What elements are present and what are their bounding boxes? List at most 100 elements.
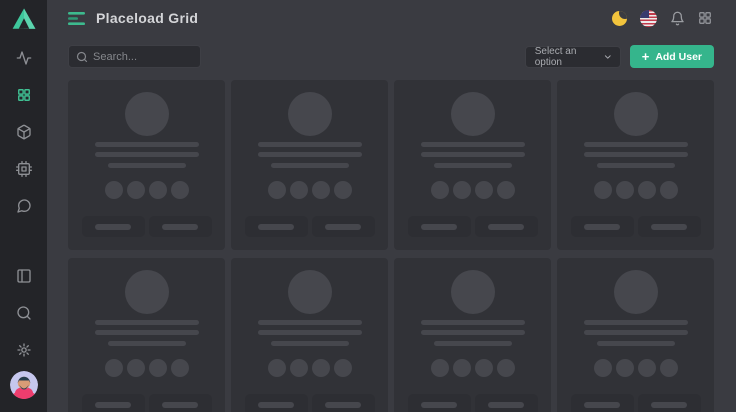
placeholder-card [394,258,551,412]
sidebar-item-search[interactable] [0,294,47,331]
app-root: Placeload Grid [0,0,736,412]
sidebar-item-grid-active[interactable] [0,76,47,113]
dot-placeholder [431,359,449,377]
button-placeholder [408,216,471,237]
avatar-placeholder [125,270,169,314]
us-flag-icon [640,10,657,27]
text-line-placeholder [421,330,525,335]
buttons-placeholder-row [82,216,212,237]
search-input[interactable] [93,51,193,63]
text-line-placeholder [584,142,688,147]
button-placeholder [312,394,375,412]
sidebar-item-settings[interactable] [0,331,47,368]
user-avatar-image [10,371,38,399]
dot-placeholder [312,181,330,199]
button-placeholder [408,394,471,412]
placeholder-card [394,80,551,250]
page-title: Placeload Grid [96,10,198,26]
dark-mode-toggle[interactable] [612,11,627,26]
button-placeholder [312,216,375,237]
user-avatar-button[interactable] [0,368,47,402]
apps-grid-icon [698,11,712,25]
placeholder-card [68,258,225,412]
sidebar-bottom-nav [0,257,47,408]
menu-icon [68,12,85,25]
cards-grid [68,80,714,412]
text-line-placeholder [108,163,186,168]
dot-placeholder [171,359,189,377]
sidebar-item-panels[interactable] [0,257,47,294]
buttons-placeholder-row [408,216,538,237]
button-line-placeholder [488,224,524,230]
text-line-placeholder [421,320,525,325]
placeholder-card [231,80,388,250]
button-line-placeholder [584,224,620,230]
activity-icon [16,50,32,66]
text-line-placeholder [95,142,199,147]
dot-placeholder [497,181,515,199]
buttons-placeholder-row [571,394,701,412]
text-line-placeholder [95,152,199,157]
app-logo[interactable] [9,5,39,33]
apps-menu-button[interactable] [698,11,712,25]
add-user-button[interactable]: + Add User [630,45,714,68]
text-line-placeholder [434,163,512,168]
menu-toggle-button[interactable] [68,12,85,25]
placeholder-card [68,80,225,250]
dots-placeholder-row [594,359,678,377]
text-line-placeholder [597,341,675,346]
chevron-down-icon [603,52,613,62]
button-placeholder [475,216,538,237]
button-line-placeholder [258,224,294,230]
sidebar [0,0,47,412]
language-selector[interactable] [640,10,657,27]
dot-placeholder [660,181,678,199]
button-placeholder [638,216,701,237]
dot-placeholder [334,359,352,377]
button-line-placeholder [488,402,524,408]
dots-placeholder-row [268,181,352,199]
sidebar-item-activity[interactable] [0,39,47,76]
dot-placeholder [149,181,167,199]
dot-placeholder [105,181,123,199]
avatar-placeholder [451,92,495,136]
text-line-placeholder [258,142,362,147]
toolbar: Select an option + Add User [47,36,736,68]
dot-placeholder [171,181,189,199]
button-line-placeholder [421,402,457,408]
button-line-placeholder [95,402,131,408]
text-line-placeholder [95,330,199,335]
buttons-placeholder-row [82,394,212,412]
text-line-placeholder [108,341,186,346]
avatar-placeholder [125,92,169,136]
option-select[interactable]: Select an option [525,46,621,68]
button-line-placeholder [95,224,131,230]
dot-placeholder [453,359,471,377]
plus-icon: + [642,50,650,63]
sidebar-item-messages[interactable] [0,187,47,224]
main-area: Placeload Grid [47,0,736,412]
text-line-placeholder [597,163,675,168]
button-line-placeholder [651,402,687,408]
button-line-placeholder [651,224,687,230]
dot-placeholder [594,359,612,377]
notifications-button[interactable] [670,11,685,26]
dot-placeholder [312,359,330,377]
sidebar-item-elements[interactable] [0,150,47,187]
layout-panels-icon [16,268,32,284]
dot-placeholder [290,359,308,377]
dot-placeholder [616,181,634,199]
button-placeholder [475,394,538,412]
button-placeholder [245,394,308,412]
dot-placeholder [127,359,145,377]
search-icon [16,305,32,321]
sidebar-item-components[interactable] [0,113,47,150]
button-line-placeholder [584,402,620,408]
text-line-placeholder [434,341,512,346]
dot-placeholder [594,181,612,199]
placeholder-card [231,258,388,412]
placeholder-card [557,80,714,250]
text-line-placeholder [421,152,525,157]
button-placeholder [638,394,701,412]
text-line-placeholder [258,330,362,335]
